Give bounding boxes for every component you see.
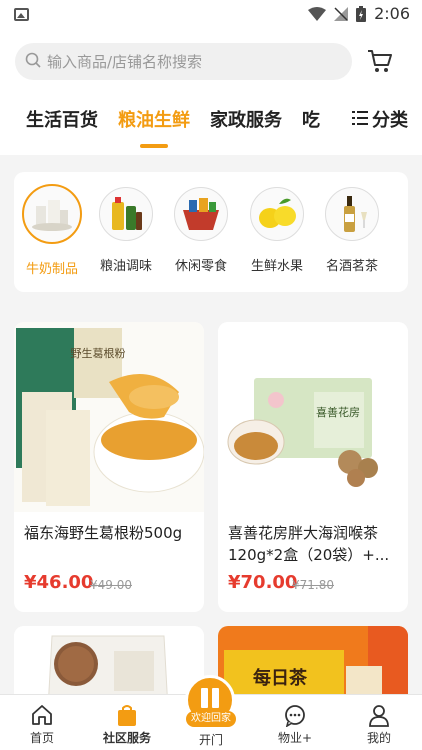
user-icon (344, 703, 414, 727)
subcategory-label: 名酒茗茶 (325, 259, 378, 274)
home-icon (7, 703, 77, 727)
pack-label: 每日茶 (253, 667, 308, 689)
nav-label: 首页 (29, 731, 54, 745)
image-notification-icon (14, 8, 29, 21)
bag-icon (92, 703, 162, 727)
subcategory-grain-oil[interactable]: 粮油调味 (91, 187, 161, 274)
nav-label: 开门 (198, 733, 223, 747)
nav-property[interactable]: 物业+ (260, 703, 330, 746)
pack-label: 喜善花房 (316, 405, 360, 419)
product-card[interactable]: 野生葛根粉 福东海野生葛根粉500g ¥46.00 ¥49.00 (14, 322, 204, 612)
subcategory-wine-tea[interactable]: 名酒茗茶 (317, 187, 387, 274)
search-bar[interactable] (15, 43, 352, 80)
signal-icon (334, 6, 349, 21)
nav-community-service[interactable]: 社区服务 (92, 703, 162, 746)
wine-bottle-icon (325, 187, 379, 241)
category-button-label: 分类 (372, 110, 408, 131)
product-image: 野生葛根粉 (14, 322, 204, 512)
nav-label: 物业+ (277, 731, 313, 745)
subcategory-snacks[interactable]: 休闲零食 (166, 187, 236, 274)
search-icon (25, 52, 41, 72)
category-tabs: 生活百货 粮油生鲜 家政服务 吃 (26, 106, 324, 132)
nav-open-door[interactable]: 开门 (176, 729, 246, 748)
product-original-price: ¥71.80 (292, 578, 334, 592)
product-name: 喜善花房胖大海润喉茶120g*2盒（20袋）+... (228, 524, 390, 564)
subcategory-label: 休闲零食 (174, 259, 227, 274)
pack-label: 野生葛根粉 (71, 346, 126, 360)
cart-icon[interactable] (367, 48, 393, 74)
category-button[interactable]: 分类 (346, 106, 408, 132)
subcategory-fresh-fruit[interactable]: 生鲜水果 (242, 187, 312, 274)
subcategory-label: 牛奶制品 (25, 262, 78, 277)
wifi-icon (308, 6, 327, 21)
subcategory-panel: 牛奶制品 粮油调味 休闲零食 生鲜水果 名酒茗茶 (14, 172, 408, 292)
tab-grain-fresh[interactable]: 粮油生鲜 (118, 106, 190, 132)
nav-label: 社区服务 (102, 731, 151, 745)
chat-icon (260, 703, 330, 727)
subcategory-dairy[interactable]: 牛奶制品 (17, 184, 87, 277)
nav-home[interactable]: 首页 (7, 703, 77, 746)
product-original-price: ¥49.00 (90, 578, 132, 592)
snacks-icon (174, 187, 228, 241)
dairy-icon (22, 184, 82, 244)
search-input[interactable] (47, 52, 327, 71)
product-price: ¥70.00 (228, 572, 298, 593)
nav-label: 我的 (366, 731, 391, 745)
tab-food[interactable]: 吃 (302, 106, 324, 132)
oil-bottle-icon (99, 187, 153, 241)
door-icon (199, 686, 221, 714)
header: 生活百货 粮油生鲜 家政服务 吃 分类 (0, 30, 422, 155)
subcategory-label: 生鲜水果 (250, 259, 303, 274)
battery-icon (356, 5, 367, 22)
tab-housekeeping[interactable]: 家政服务 (210, 106, 282, 132)
nav-mine[interactable]: 我的 (344, 703, 414, 746)
welcome-badge: 欢迎回家 (186, 711, 236, 727)
subcategory-label: 粮油调味 (99, 259, 152, 274)
lemon-icon (250, 187, 304, 241)
tab-daily-goods[interactable]: 生活百货 (26, 106, 98, 132)
product-name: 福东海野生葛根粉500g (24, 524, 183, 542)
product-image: 喜善花房 (218, 322, 408, 512)
status-bar: 2:06 (0, 0, 422, 30)
product-price: ¥46.00 (24, 572, 94, 593)
product-card[interactable]: 喜善花房 喜善花房胖大海润喉茶120g*2盒（20袋）+... ¥70.00 ¥… (218, 322, 408, 612)
clock: 2:06 (374, 4, 410, 23)
list-icon (352, 109, 368, 130)
